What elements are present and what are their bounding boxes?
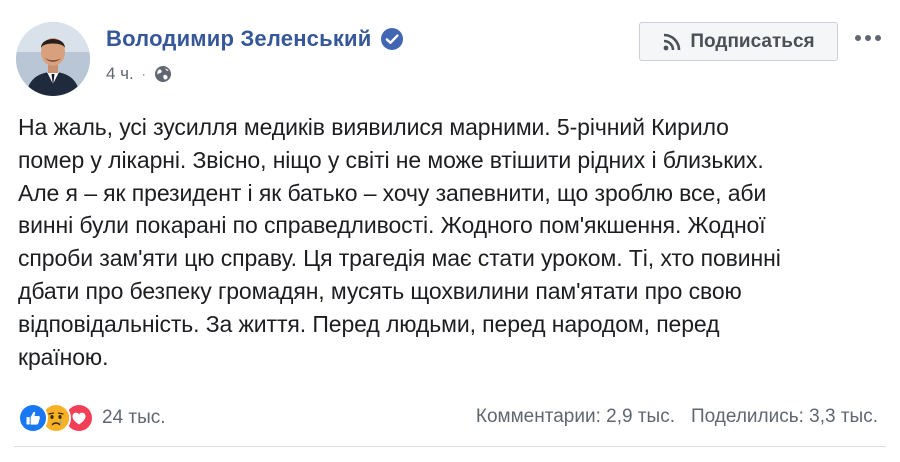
reaction-icons[interactable] (18, 403, 94, 433)
post-text-line: країною. (18, 343, 109, 370)
comments-count-link[interactable]: Комментарии: 2,9 тыс. (476, 406, 675, 428)
author-name[interactable]: Володимир Зеленський (106, 26, 404, 52)
rss-icon (663, 33, 681, 50)
post-text-line: дбати про безпеку громадян, мусять щохви… (18, 277, 742, 304)
reaction-count[interactable]: 24 тыс. (102, 407, 166, 429)
more-dot (855, 35, 861, 41)
post-text-line: На жаль, усі зусилля медиків виявилися м… (18, 114, 729, 140)
post-text-line: спроби зам'яти цю справу. Ця трагедія ма… (18, 245, 781, 272)
post-timestamp[interactable]: 4 ч. (106, 64, 134, 84)
more-options-icon[interactable] (850, 27, 886, 49)
avatar-image (16, 22, 90, 96)
verified-badge-icon (380, 28, 403, 50)
more-dot (865, 35, 871, 41)
post-text-line: винні були покарані по справедливості. Ж… (18, 212, 766, 239)
post-meta: 4 ч. · (106, 64, 172, 84)
author-name-text[interactable]: Володимир Зеленський (106, 26, 372, 52)
facebook-post: Володимир Зеленський 4 ч. · Подписаться … (0, 0, 900, 462)
globe-icon[interactable] (154, 65, 172, 83)
like-icon[interactable] (18, 403, 48, 433)
engagement-stats: Комментарии: 2,9 тыс. Поделились: 3,3 ты… (476, 406, 878, 428)
post-text-line: відповідальність. За життя. Перед людьми… (18, 310, 720, 337)
reactions-summary[interactable]: 24 тыс. (18, 403, 166, 433)
post-text: На жаль, усі зусилля медиків виявилися м… (18, 111, 888, 373)
subscribe-button[interactable]: Подписаться (639, 22, 838, 61)
meta-separator: · (141, 67, 146, 81)
post-text-line: Але я – як президент і як батько – хочу … (18, 179, 767, 206)
post-text-line: помер у лікарні. Звісно, ніщо у світі не… (18, 146, 764, 173)
more-dot (875, 35, 881, 41)
subscribe-label: Подписаться (690, 30, 815, 52)
footer-divider (14, 446, 886, 447)
stats-spacer (675, 406, 691, 428)
avatar[interactable] (16, 22, 90, 96)
shares-count-link[interactable]: Поделились: 3,3 тыс. (691, 406, 878, 428)
